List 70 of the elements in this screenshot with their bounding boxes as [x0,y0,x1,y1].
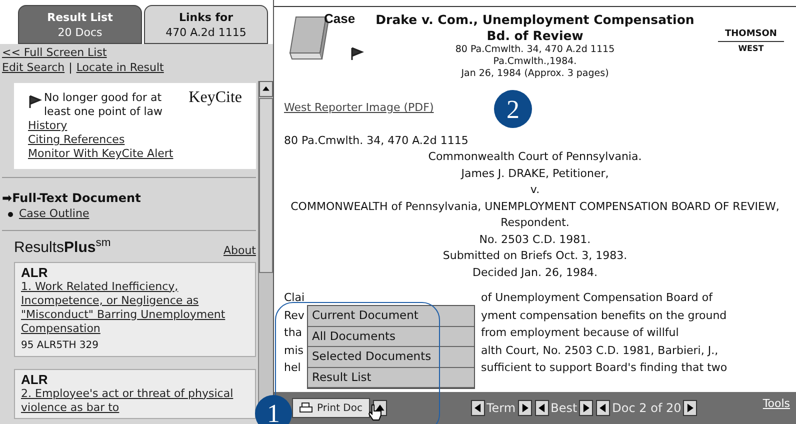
navigation-label: Best [550,400,578,417]
next-button[interactable] [683,400,698,416]
body-text: hel [284,360,301,376]
caption-line: COMMONWEALTH of Pennsylvania, UNEMPLOYMENT COMPENSATION BOARD OF REVIEW, [290,198,780,214]
body-text: Rev [284,308,304,324]
tools-link[interactable]: Tools [762,396,790,412]
body-text: mis [284,342,304,358]
print-menu-item[interactable]: Selected Documents [308,347,474,368]
body-text: of Unemployment Compensation Board of [481,290,714,306]
caption-line: Decided Jan. 26, 1984. [472,264,598,280]
keycite-status: No longer good for at least one point of law [44,91,164,119]
body-text: from employment because of willful [481,325,680,341]
caption-line: James J. DRAKE, Petitioner, [461,166,609,182]
body-text: Clai [284,290,305,306]
print-doc-button[interactable]: Print Doc [292,398,370,418]
arrow-icon: ➡ [2,190,12,206]
document-title: Drake v. Com., Unemployment Compensation Bd. of Review [374,12,696,44]
body-text: yment compensation benefits on the ground [481,308,728,324]
flag-icon [28,95,42,109]
pdf-link[interactable]: West Reporter Image (PDF) [284,100,434,116]
previous-button[interactable] [534,400,549,416]
about-link[interactable]: About [223,243,256,260]
locate-in-result-link[interactable]: Locate in Result [76,60,164,75]
caption-line: No. 2503 C.D. 1981. [479,232,591,248]
navigation-label: Term [486,400,516,417]
full-screen-list-link[interactable]: << Full Screen List [2,45,273,60]
print-menu-item[interactable]: Current Document [308,306,474,326]
keycite-link[interactable]: Citing References [28,133,242,147]
edit-search-link[interactable]: Edit Search [2,60,65,75]
caption-line: v. [530,182,540,198]
print-menu-item[interactable]: All Documents [308,326,474,347]
case-outline-link[interactable]: Case Outline [19,206,90,222]
citation-line: Jan 26, 1984 (Approx. 3 pages) [461,68,609,80]
previous-button[interactable] [596,400,610,416]
navigation-label: Doc 2 of 20 [612,400,682,417]
callout-marker: 2 [494,90,532,128]
document-type-label: Case [324,11,356,28]
next-button[interactable] [579,400,594,416]
print-menu-item[interactable]: Result List [308,368,474,388]
scroll-thumb[interactable] [259,98,273,273]
keycite-logo: KeyCite [188,91,242,105]
body-text: tha [284,325,302,341]
citation-line: 80 Pa.Cmwlth. 34, 470 A.2d 1115 [455,44,615,56]
caption-line: Submitted on Briefs Oct. 3, 1983. [442,248,628,264]
bullet-icon [8,212,13,216]
link-separator: | [68,60,72,75]
card-link[interactable]: 1. Work Related Inefficiency, Incompetence, or Negligence as "Misconduct" Barring Unemployment Compensation [21,280,249,336]
keycite-link[interactable]: History [28,119,242,133]
body-text: sufficient to support Board's finding that two [481,360,728,376]
full-text-document-heading[interactable]: Full-Text Document [12,190,141,206]
body-text: alth Court, No. 2503 C.D. 1981, Barbieri, J., [481,342,720,358]
flag-icon [350,47,364,61]
pointer-hand-icon [368,404,382,422]
card-link[interactable]: 2. Employee's act or threat of physical violence as bar to [21,386,249,414]
resultsplus-title: ResultsPlus$^{sm}$ [14,237,111,258]
citation-line: Pa.Cmwlth.,1984. [493,56,577,68]
printer-icon [299,402,313,414]
tab[interactable]: Result List 20 Docs [18,5,142,44]
previous-button[interactable] [470,400,484,416]
caption-line: Commonwealth Court of Pennsylvania. [428,149,642,165]
card-citation: 95 ALR5TH 329 [21,338,100,352]
caption-line: Respondent. [500,215,570,231]
keycite-link[interactable]: Monitor With KeyCite Alert [28,147,242,161]
scroll-up-icon[interactable] [259,81,273,97]
next-button[interactable] [518,400,532,416]
card-type: ALR [21,372,49,386]
card-type: ALR [21,266,49,280]
tab[interactable]: Links for 470 A.2d 1115 [144,5,268,44]
publisher-logo: THOMSON WEST [716,9,786,54]
citation-text: 80 Pa.Cmwlth. 34, 470 A.2d 1115 [284,132,470,148]
